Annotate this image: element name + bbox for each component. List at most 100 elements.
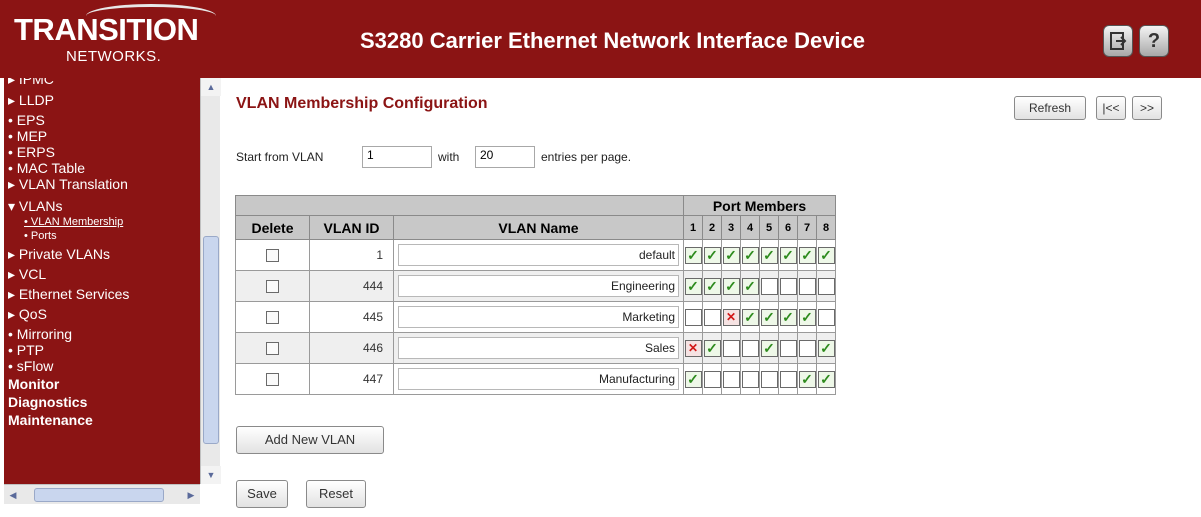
sidebar-item-ipmc[interactable]: ▸ IPMC: [8, 78, 54, 88]
delete-checkbox[interactable]: [266, 342, 279, 356]
sidebar-item-eps[interactable]: • EPS: [8, 112, 45, 128]
logout-icon[interactable]: [1103, 25, 1133, 57]
sidebar-item-erps[interactable]: • ERPS: [8, 144, 55, 160]
vlan-id-cell: 444: [309, 270, 394, 302]
port-member-check-icon[interactable]: ✓: [798, 370, 816, 388]
port-member-check-icon[interactable]: ✓: [817, 370, 835, 388]
sidebar-item-ports[interactable]: • Ports: [24, 230, 57, 242]
hscroll-thumb[interactable]: [34, 488, 164, 502]
scroll-left-icon[interactable]: ◀: [4, 485, 22, 505]
port-not-member-box[interactable]: [760, 370, 778, 388]
sidebar-item-mirroring[interactable]: • Mirroring: [8, 326, 72, 342]
sidebar-item-monitor[interactable]: Monitor: [8, 376, 59, 392]
port-members-header: Port Members: [683, 195, 836, 216]
port-member-check-icon[interactable]: ✓: [722, 246, 740, 264]
vlan-name-input[interactable]: Sales: [398, 337, 679, 359]
port-not-member-box[interactable]: [798, 277, 816, 295]
start-vlan-input[interactable]: 1: [362, 146, 432, 168]
vlan-name-input[interactable]: Manufacturing: [398, 368, 679, 390]
delete-checkbox[interactable]: [266, 311, 279, 325]
port-cell: [740, 332, 760, 364]
vlan-name-cell: Sales: [393, 332, 684, 364]
port-not-member-box[interactable]: [703, 308, 721, 326]
port-not-member-box[interactable]: [779, 339, 797, 357]
table-row: 445 Marketing ✕ ✓ ✓ ✓ ✓: [235, 301, 836, 333]
sidebar-item-mac-table[interactable]: • MAC Table: [8, 160, 85, 176]
port-member-check-icon[interactable]: ✓: [760, 246, 778, 264]
reset-button[interactable]: Reset: [306, 480, 366, 508]
scroll-up-icon[interactable]: ▲: [201, 78, 221, 96]
sidebar-item-sflow[interactable]: • sFlow: [8, 358, 53, 374]
port-member-check-icon[interactable]: ✓: [817, 246, 835, 264]
port-header-1: 1: [683, 215, 703, 240]
add-new-vlan-button[interactable]: Add New VLAN: [236, 426, 384, 454]
port-member-check-icon[interactable]: ✓: [703, 246, 721, 264]
help-icon[interactable]: ?: [1139, 25, 1169, 57]
sidebar-item-vcl[interactable]: ▸ VCL: [8, 266, 46, 283]
port-member-check-icon[interactable]: ✓: [817, 339, 835, 357]
port-cell: ✓: [778, 301, 798, 333]
port-not-member-box[interactable]: [817, 277, 835, 295]
sidebar-item-vlan-translation[interactable]: ▸ VLAN Translation: [8, 176, 128, 193]
delete-checkbox[interactable]: [266, 280, 279, 294]
port-member-check-icon[interactable]: ✓: [741, 308, 759, 326]
port-forbidden-x-icon[interactable]: ✕: [722, 308, 740, 326]
port-member-check-icon[interactable]: ✓: [779, 308, 797, 326]
port-not-member-box[interactable]: [779, 277, 797, 295]
port-member-check-icon[interactable]: ✓: [760, 308, 778, 326]
sidebar-vertical-scrollbar[interactable]: ▲ ▼: [200, 78, 221, 484]
port-not-member-box[interactable]: [741, 339, 759, 357]
sidebar-item-qos[interactable]: ▸ QoS: [8, 306, 47, 323]
sidebar-item-ethernet-services[interactable]: ▸ Ethernet Services: [8, 286, 129, 303]
port-member-check-icon[interactable]: ✓: [798, 246, 816, 264]
port-member-check-icon[interactable]: ✓: [703, 339, 721, 357]
port-header-3: 3: [721, 215, 741, 240]
port-not-member-box[interactable]: [722, 370, 740, 388]
port-member-check-icon[interactable]: ✓: [779, 246, 797, 264]
vlan-id-cell: 1: [309, 239, 394, 271]
vlan-name-input[interactable]: Engineering: [398, 275, 679, 297]
sidebar-item-maintenance[interactable]: Maintenance: [8, 412, 93, 428]
port-member-check-icon[interactable]: ✓: [722, 277, 740, 295]
next-page-button[interactable]: >>: [1132, 96, 1162, 120]
port-member-check-icon[interactable]: ✓: [684, 370, 702, 388]
sidebar-horizontal-scrollbar[interactable]: ◀ ▶: [4, 484, 200, 504]
port-forbidden-x-icon[interactable]: ✕: [684, 339, 702, 357]
port-member-check-icon[interactable]: ✓: [703, 277, 721, 295]
vlan-name-input[interactable]: default: [398, 244, 679, 266]
port-not-member-box[interactable]: [817, 308, 835, 326]
port-member-check-icon[interactable]: ✓: [741, 277, 759, 295]
sidebar-item-mep[interactable]: • MEP: [8, 128, 47, 144]
refresh-button[interactable]: Refresh: [1014, 96, 1086, 120]
save-button[interactable]: Save: [236, 480, 288, 508]
sidebar-item-vlans[interactable]: ▾ VLANs: [8, 198, 63, 215]
sidebar-item-lldp[interactable]: ▸ LLDP: [8, 92, 54, 109]
port-not-member-box[interactable]: [798, 339, 816, 357]
port-member-check-icon[interactable]: ✓: [798, 308, 816, 326]
first-page-button[interactable]: |<<: [1096, 96, 1126, 120]
sidebar-item-private-vlans[interactable]: ▸ Private VLANs: [8, 246, 110, 263]
port-member-check-icon[interactable]: ✓: [741, 246, 759, 264]
sidebar-item-ptp[interactable]: • PTP: [8, 342, 44, 358]
port-not-member-box[interactable]: [703, 370, 721, 388]
vlan-name-input[interactable]: Marketing: [398, 306, 679, 328]
port-member-check-icon[interactable]: ✓: [684, 277, 702, 295]
sidebar-item-diagnostics[interactable]: Diagnostics: [8, 394, 87, 410]
sidebar-item-vlan-membership[interactable]: • VLAN Membership: [24, 216, 123, 228]
port-cell: [816, 301, 836, 333]
port-not-member-box[interactable]: [779, 370, 797, 388]
port-not-member-box[interactable]: [684, 308, 702, 326]
port-not-member-box[interactable]: [741, 370, 759, 388]
port-header-6: 6: [778, 215, 798, 240]
port-not-member-box[interactable]: [722, 339, 740, 357]
vlan-name-cell: default: [393, 239, 684, 271]
entries-per-page-input[interactable]: 20: [475, 146, 535, 168]
scroll-right-icon[interactable]: ▶: [182, 485, 200, 505]
scroll-down-icon[interactable]: ▼: [201, 466, 221, 484]
delete-checkbox[interactable]: [266, 373, 279, 387]
port-member-check-icon[interactable]: ✓: [760, 339, 778, 357]
scroll-thumb[interactable]: [203, 236, 219, 444]
delete-checkbox[interactable]: [266, 249, 279, 263]
port-not-member-box[interactable]: [760, 277, 778, 295]
port-member-check-icon[interactable]: ✓: [684, 246, 702, 264]
